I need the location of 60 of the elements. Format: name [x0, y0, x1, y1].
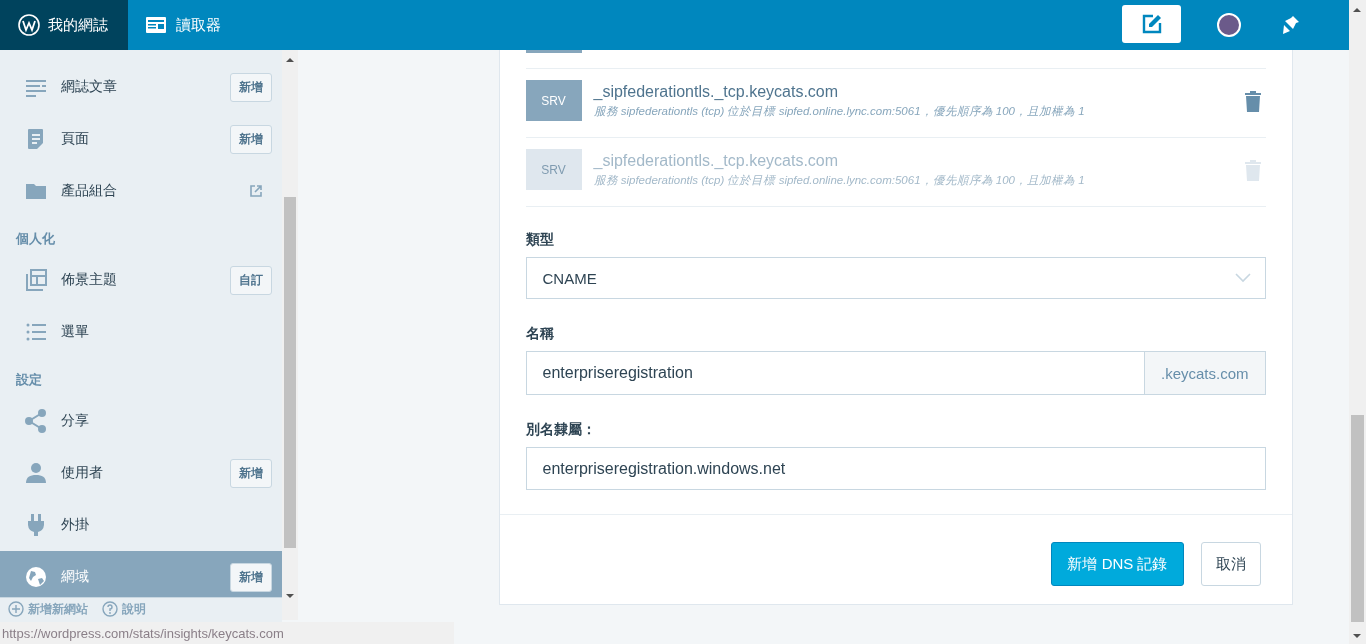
- logo-icon: [18, 14, 40, 36]
- sidebar-item[interactable]: 產品組合: [0, 165, 282, 217]
- sidebar-item[interactable]: 分享: [0, 395, 282, 447]
- item-label: 網域: [61, 568, 90, 586]
- field-label: 類型: [525, 231, 555, 249]
- reader-tab[interactable]: 讀取器: [128, 0, 227, 50]
- item-label: 頁面: [61, 130, 90, 148]
- record-name: _sipfederationtls._tcp.keycats.com: [593, 151, 840, 170]
- globe-icon: [24, 565, 48, 589]
- record-description: 服務 sipfederationtls (tcp) 位於目標 sipfed.online.lync.com:5061，優先順序為 100，且加權為 1: [593, 103, 1086, 119]
- add-button[interactable]: 自訂: [230, 265, 272, 295]
- name-field[interactable]: enterpriseregistration: [525, 351, 1144, 395]
- record-name: _sipfederationtls._tcp.keycats.com: [593, 82, 840, 101]
- avatar[interactable]: [1217, 13, 1241, 37]
- item-label: 網誌文章: [61, 78, 118, 96]
- add-button[interactable]: 新增: [230, 124, 272, 154]
- write-button[interactable]: [1122, 5, 1181, 43]
- sidebar-item[interactable]: 網域 新增: [0, 551, 282, 597]
- item-label: 外掛: [61, 516, 90, 534]
- record-type-badge: SRV: [525, 149, 582, 190]
- add-button[interactable]: 新增: [230, 72, 272, 102]
- section-heading: 設定: [15, 371, 43, 389]
- sidebar-item[interactable]: 頁面 新增: [0, 113, 282, 165]
- cancel-button[interactable]: 取消: [1200, 542, 1261, 586]
- item-label: 分享: [61, 412, 90, 430]
- trash-icon: [1243, 158, 1262, 181]
- share-icon: [24, 409, 48, 433]
- field-label: 名稱: [525, 325, 555, 343]
- status-url: https://wordpress.com/stats/insights/keycats.com: [0, 622, 454, 644]
- scrollbar[interactable]: [1349, 0, 1366, 644]
- person-icon: [24, 461, 48, 485]
- scrollbar[interactable]: [282, 50, 298, 620]
- chevron-down-icon: [1234, 273, 1251, 283]
- layout-icon: [24, 268, 48, 292]
- alias-field[interactable]: enterpriseregistration.windows.net: [525, 447, 1266, 490]
- sidebar-item[interactable]: 使用者 新增: [0, 447, 282, 499]
- item-label: 使用者: [61, 464, 104, 482]
- reader-icon: [146, 17, 166, 33]
- plus-circle-icon: [8, 601, 24, 617]
- item-label: 產品組合: [61, 182, 118, 200]
- record-type-badge: [525, 50, 582, 53]
- my-sites-tab[interactable]: 我的網誌: [0, 0, 128, 50]
- item-label: 選單: [61, 323, 90, 341]
- domain-suffix: .keycats.com: [1143, 351, 1266, 395]
- field-label: 別名隸屬：: [525, 421, 597, 439]
- sidebar-item[interactable]: 選單: [0, 306, 282, 358]
- add-button[interactable]: 新增: [230, 562, 272, 592]
- type-select[interactable]: CNAME: [525, 257, 1266, 299]
- external-link-icon[interactable]: [250, 185, 262, 197]
- sidebar-item[interactable]: 網誌文章 新增: [0, 61, 282, 113]
- record-description: 服務 sipfederationtls (tcp) 位於目標 sipfed.online.lync.com:5061，優先順序為 100，且加權為 1: [593, 172, 1086, 188]
- help-icon: [102, 601, 118, 617]
- section-heading: 個人化: [14, 230, 56, 248]
- item-label: 佈景主題: [61, 271, 118, 289]
- trash-icon: [1243, 89, 1262, 112]
- record-type-badge: SRV: [525, 80, 582, 121]
- sidebar-item[interactable]: 外掛: [0, 499, 282, 551]
- add-button[interactable]: 新增: [230, 458, 272, 488]
- sidebar-item[interactable]: 佈景主題 自訂: [0, 254, 282, 306]
- edit-icon: [1140, 13, 1163, 35]
